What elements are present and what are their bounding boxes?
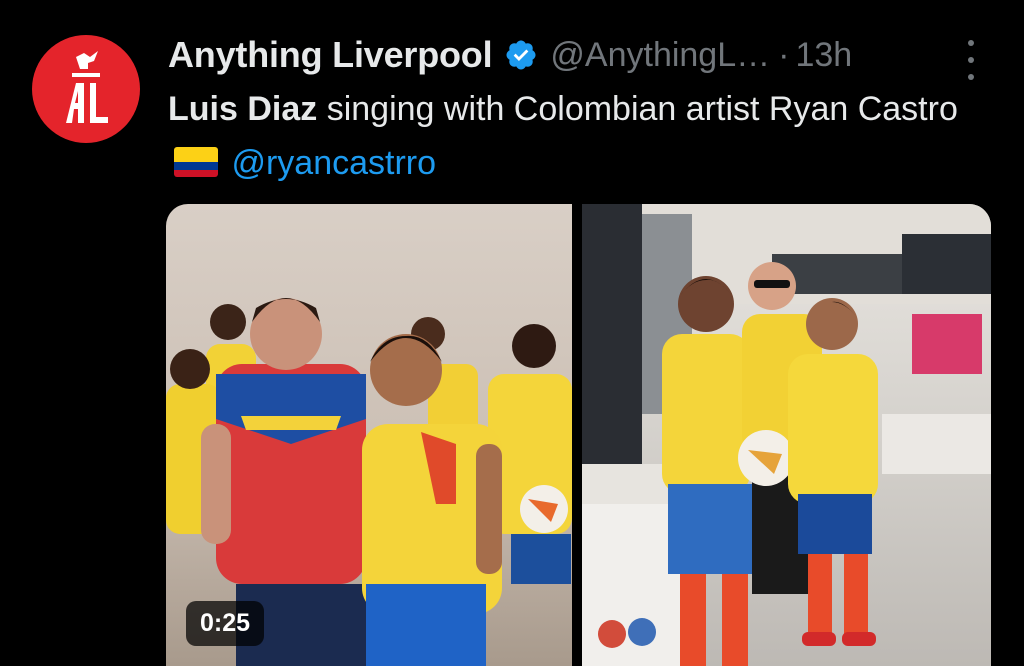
- tweet-text: Luis Diaz singing with Colombian artist …: [168, 82, 998, 190]
- timestamp[interactable]: 13h: [795, 36, 852, 75]
- photo-thumbnail[interactable]: [582, 204, 991, 666]
- separator-dot: ·: [778, 35, 790, 74]
- author-display-name[interactable]: Anything Liverpool: [168, 34, 493, 76]
- author-handle[interactable]: @AnythingL…: [550, 36, 770, 75]
- liverbird-logo-icon: [66, 51, 108, 123]
- tweet-text-bold: Luis Diaz: [168, 90, 318, 128]
- more-options-icon[interactable]: [960, 40, 982, 80]
- verified-badge-icon[interactable]: [504, 38, 538, 72]
- tweet-header: Anything Liverpool @AnythingL… · 13h: [168, 30, 852, 80]
- media-grid: 0:25: [166, 204, 991, 666]
- tweet[interactable]: Anything Liverpool @AnythingL… · 13h Lui…: [0, 0, 1024, 666]
- mention-link[interactable]: @ryancastrro: [231, 144, 436, 182]
- video-duration-badge: 0:25: [186, 601, 265, 646]
- video-thumbnail[interactable]: 0:25: [166, 204, 572, 666]
- photo-scene: [582, 204, 991, 666]
- tweet-text-body: singing with Colombian artist Ryan Castr…: [317, 90, 958, 128]
- colombia-flag-icon: [174, 147, 218, 177]
- video-scene: [166, 298, 572, 666]
- avatar[interactable]: [32, 35, 140, 143]
